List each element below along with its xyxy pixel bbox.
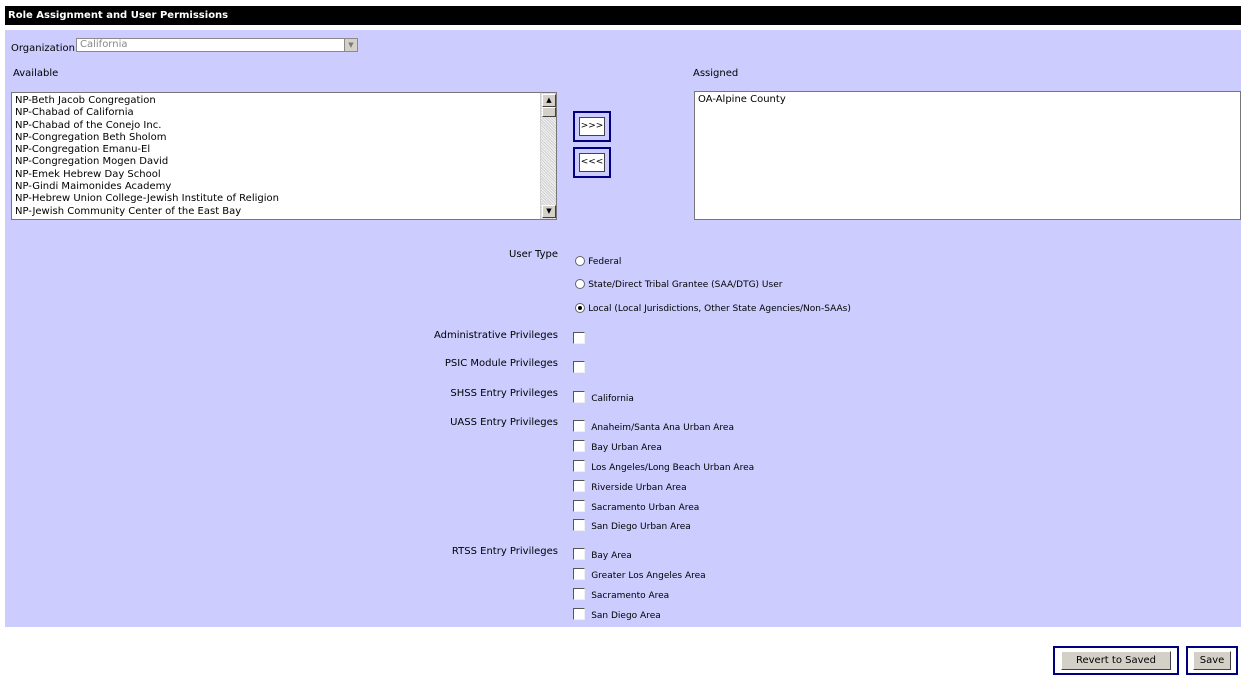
save-button-frame: Save [1186, 646, 1238, 675]
available-label: Available [13, 68, 59, 79]
uass-option[interactable]: Bay Urban Area [573, 440, 662, 455]
scroll-thumb[interactable] [542, 107, 556, 117]
uass-checkbox[interactable] [573, 500, 585, 512]
organization-select[interactable]: California ▼ [76, 38, 358, 52]
radio-option-federal[interactable]: Federal [575, 256, 621, 267]
radio-option-state[interactable]: State/Direct Tribal Grantee (SAA/DTG) Us… [575, 279, 782, 290]
uass-option-label: Sacramento Urban Area [591, 503, 700, 513]
uass-option[interactable]: Riverside Urban Area [573, 480, 687, 495]
radio-federal[interactable] [575, 256, 585, 266]
admin-privileges-label: Administrative Privileges [433, 330, 558, 341]
remove-button[interactable]: <<< [579, 153, 605, 172]
available-item[interactable]: NP-Chabad of the Conejo Inc. [12, 120, 279, 132]
remove-button-frame: <<< [573, 147, 611, 178]
available-item[interactable]: NP-Gindi Maimonides Academy [12, 181, 279, 193]
available-item[interactable]: NP-Chabad of California [12, 107, 279, 119]
rtss-checkbox[interactable] [573, 608, 585, 620]
revert-button-frame: Revert to Saved [1053, 646, 1179, 675]
available-item[interactable]: NP-Beth Jacob Congregation [12, 95, 279, 107]
permissions-panel: Organization California ▼ Available NP-B… [5, 30, 1241, 627]
rtss-option-label: San Diego Area [591, 611, 661, 621]
assigned-listbox[interactable]: OA-Alpine County [694, 91, 1241, 220]
uass-checkbox[interactable] [573, 420, 585, 432]
user-type-label: User Type [509, 249, 558, 260]
available-item[interactable]: NP-Emek Hebrew Day School [12, 169, 279, 181]
available-item[interactable]: NP-Jewish Community Center of the East B… [12, 206, 279, 218]
add-button[interactable]: >>> [579, 117, 605, 136]
radio-federal-label: Federal [588, 257, 622, 267]
admin-privileges-checkbox-wrap[interactable] [573, 332, 585, 347]
add-button-frame: >>> [573, 111, 611, 142]
rtss-option-label: Sacramento Area [591, 591, 670, 601]
radio-option-local[interactable]: Local (Local Jurisdictions, Other State … [575, 303, 851, 314]
radio-local-label: Local (Local Jurisdictions, Other State … [588, 304, 851, 314]
psic-privileges-checkbox[interactable] [573, 361, 585, 373]
scroll-down-icon[interactable]: ▼ [542, 205, 556, 218]
uass-option-label: Bay Urban Area [591, 443, 662, 453]
available-item[interactable]: NP-Congregation Emanu-El [12, 144, 279, 156]
psic-privileges-checkbox-wrap[interactable] [573, 361, 585, 376]
available-scrollbar[interactable]: ▲ ▼ [540, 93, 556, 219]
rtss-option[interactable]: Sacramento Area [573, 588, 669, 603]
radio-state-label: State/Direct Tribal Grantee (SAA/DTG) Us… [588, 280, 783, 290]
shss-privileges-label: SHSS Entry Privileges [450, 388, 558, 399]
available-item[interactable]: NP-Hebrew Union College-Jewish Institute… [12, 193, 279, 205]
rtss-checkbox[interactable] [573, 548, 585, 560]
rtss-option-label: Bay Area [591, 551, 632, 561]
rtss-checkbox[interactable] [573, 568, 585, 580]
psic-privileges-label: PSIC Module Privileges [444, 358, 558, 369]
uass-checkbox[interactable] [573, 480, 585, 492]
uass-checkbox[interactable] [573, 519, 585, 531]
available-item[interactable]: NP-Congregation Mogen David [12, 156, 279, 168]
assigned-label: Assigned [693, 68, 739, 79]
uass-option-label: Riverside Urban Area [591, 483, 687, 493]
shss-option-label: California [591, 394, 634, 404]
page-title: Role Assignment and User Permissions [5, 6, 1241, 25]
assigned-item[interactable]: OA-Alpine County [695, 94, 786, 106]
chevron-down-icon[interactable]: ▼ [344, 39, 357, 51]
uass-option-label: San Diego Urban Area [591, 522, 691, 532]
revert-to-saved-button[interactable]: Revert to Saved [1061, 651, 1171, 670]
rtss-option[interactable]: San Diego Area [573, 608, 661, 623]
shss-option-california[interactable]: California [573, 391, 634, 406]
uass-privileges-label: UASS Entry Privileges [450, 417, 558, 428]
uass-option[interactable]: Los Angeles/Long Beach Urban Area [573, 460, 754, 475]
shss-checkbox[interactable] [573, 391, 585, 403]
rtss-option[interactable]: Bay Area [573, 548, 632, 563]
rtss-privileges-label: RTSS Entry Privileges [451, 546, 558, 557]
scroll-up-icon[interactable]: ▲ [542, 94, 556, 107]
uass-checkbox[interactable] [573, 440, 585, 452]
radio-local[interactable] [575, 303, 585, 313]
uass-option[interactable]: Sacramento Urban Area [573, 500, 699, 515]
admin-privileges-checkbox[interactable] [573, 332, 585, 344]
save-button[interactable]: Save [1193, 651, 1231, 670]
rtss-option[interactable]: Greater Los Angeles Area [573, 568, 706, 583]
organization-label: Organization [11, 43, 75, 54]
rtss-checkbox[interactable] [573, 588, 585, 600]
radio-state[interactable] [575, 279, 585, 289]
uass-option[interactable]: Anaheim/Santa Ana Urban Area [573, 420, 734, 435]
organization-selected-value: California [80, 39, 128, 50]
uass-checkbox[interactable] [573, 460, 585, 472]
rtss-option-label: Greater Los Angeles Area [591, 571, 706, 581]
available-item[interactable]: NP-Congregation Beth Sholom [12, 132, 279, 144]
uass-option-label: Anaheim/Santa Ana Urban Area [591, 423, 734, 433]
uass-option-label: Los Angeles/Long Beach Urban Area [591, 463, 755, 473]
available-listbox[interactable]: NP-Beth Jacob Congregation NP-Chabad of … [11, 92, 557, 220]
uass-option[interactable]: San Diego Urban Area [573, 519, 691, 534]
